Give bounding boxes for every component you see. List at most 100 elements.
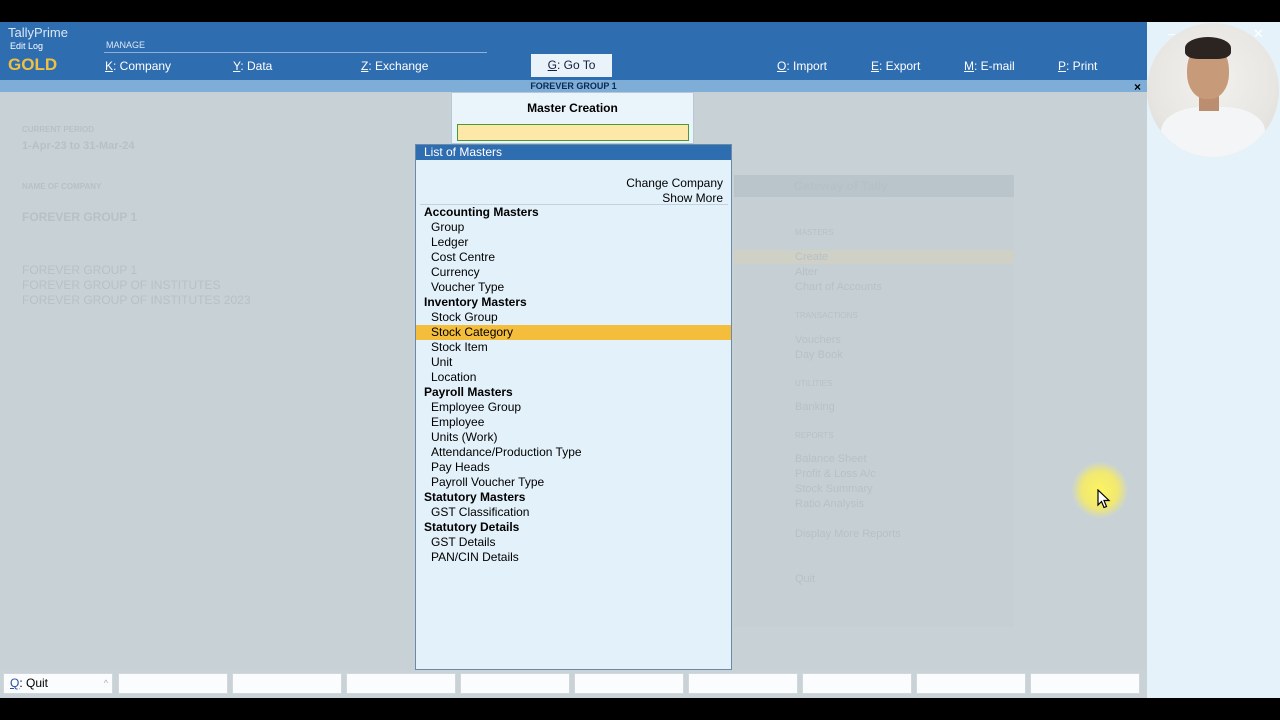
list-item-currency[interactable]: Currency	[416, 265, 731, 280]
caret-icon: ^	[103, 678, 108, 688]
product-name: TallyPrime	[8, 25, 68, 40]
list-item-group[interactable]: Group	[416, 220, 731, 235]
list-item-location[interactable]: Location	[416, 370, 731, 385]
menu-goto-button[interactable]: G: Go To	[531, 54, 612, 77]
list-item-units-work[interactable]: Units (Work)	[416, 430, 731, 445]
master-search-input[interactable]	[457, 124, 689, 141]
menu-data[interactable]: Y: Data	[233, 59, 272, 73]
list-item-pay-heads[interactable]: Pay Heads	[416, 460, 731, 475]
gateway-banking[interactable]: Banking	[795, 401, 835, 413]
menu-import-label: : Import	[786, 59, 828, 73]
list-section-heading-accounting-masters: Accounting Masters	[424, 205, 539, 219]
gateway-day-book[interactable]: Day Book	[795, 349, 843, 361]
menu-company[interactable]: K: Company	[105, 59, 171, 73]
gateway-vouchers[interactable]: Vouchers	[795, 334, 841, 346]
gateway-alter[interactable]: Alter	[795, 266, 818, 278]
quit-label: : Quit	[19, 676, 49, 690]
list-item-gst-classification[interactable]: GST Classification	[416, 505, 731, 520]
top-menu-bar: TallyPrime Edit Log GOLD MANAGE K: Compa…	[0, 22, 1147, 80]
menu-import[interactable]: O: Import	[777, 59, 827, 73]
gateway-create-highlight	[734, 250, 1014, 264]
menu-exchange[interactable]: Z: Exchange	[361, 59, 428, 73]
gateway-chart-of-accounts[interactable]: Chart of Accounts	[795, 281, 882, 293]
function-key-slot[interactable]	[1030, 673, 1140, 694]
function-key-slot[interactable]	[802, 673, 912, 694]
company-name-value: FOREVER GROUP 1	[22, 210, 138, 224]
gateway-reports-heading: REPORTS	[795, 431, 834, 440]
function-key-slot[interactable]	[916, 673, 1026, 694]
list-of-masters-title: List of Masters	[416, 145, 731, 160]
edit-log-link[interactable]: Edit Log	[10, 41, 43, 51]
gateway-header: Gateway of Tally	[734, 175, 1014, 197]
list-section-heading-statutory-masters: Statutory Masters	[424, 490, 526, 504]
change-company-button[interactable]: Change Company	[626, 176, 723, 190]
gateway-ratio-analysis[interactable]: Ratio Analysis	[795, 498, 864, 510]
function-key-slot[interactable]	[688, 673, 798, 694]
list-section-heading-payroll-masters: Payroll Masters	[424, 385, 513, 399]
company-list-item[interactable]: FOREVER GROUP OF INSTITUTES 2023	[22, 293, 251, 307]
gateway-profit-loss[interactable]: Profit & Loss A/c	[795, 468, 876, 480]
gateway-quit[interactable]: Quit	[795, 573, 815, 585]
gateway-masters-heading: MASTERS	[795, 228, 834, 237]
master-creation-title: Master Creation	[527, 101, 618, 115]
list-item-gst-details[interactable]: GST Details	[416, 535, 731, 550]
list-item-stock-item[interactable]: Stock Item	[416, 340, 731, 355]
list-item-stock-category[interactable]: Stock Category	[416, 325, 731, 340]
menu-email[interactable]: M: E-mail	[964, 59, 1015, 73]
presenter-hair	[1185, 37, 1231, 59]
manage-section-label: MANAGE	[106, 40, 146, 50]
manage-divider	[104, 52, 487, 53]
function-key-slot[interactable]	[346, 673, 456, 694]
current-period-value: 1-Apr-23 to 31-Mar-24	[22, 140, 135, 152]
gateway-display-more[interactable]: Display More Reports	[795, 528, 901, 540]
close-icon[interactable]: ×	[1134, 80, 1141, 94]
gateway-stock-summary[interactable]: Stock Summary	[795, 483, 873, 495]
menu-export-key: E	[871, 59, 880, 73]
company-list-item[interactable]: FOREVER GROUP 1	[22, 263, 137, 277]
gateway-create[interactable]: Create	[795, 251, 828, 263]
menu-print[interactable]: P: Print	[1058, 59, 1097, 73]
menu-import-key: O	[777, 59, 787, 73]
mouse-pointer-icon	[1097, 489, 1111, 509]
function-key-slot[interactable]	[232, 673, 342, 694]
quit-key: Q	[10, 676, 20, 690]
list-item-voucher-type[interactable]: Voucher Type	[416, 280, 731, 295]
list-item-stock-group[interactable]: Stock Group	[416, 310, 731, 325]
gateway-balance-sheet[interactable]: Balance Sheet	[795, 453, 867, 465]
gateway-utilities-heading: UTILITIES	[795, 379, 833, 388]
list-item-employee[interactable]: Employee	[416, 415, 731, 430]
menu-email-key: M	[964, 59, 974, 73]
bottom-button-bar: Q: Quit ^	[0, 670, 1147, 698]
menu-company-key: K	[105, 59, 114, 73]
list-item-cost-centre[interactable]: Cost Centre	[416, 250, 731, 265]
menu-email-label: : E-mail	[974, 59, 1015, 73]
gateway-title: Gateway of Tally	[794, 179, 888, 193]
menu-exchange-label: : Exchange	[368, 59, 429, 73]
company-list-item[interactable]: FOREVER GROUP OF INSTITUTES	[22, 278, 220, 292]
list-item-payroll-voucher-type[interactable]: Payroll Voucher Type	[416, 475, 731, 490]
webcam-overlay	[1147, 23, 1279, 157]
menu-company-label: : Company	[113, 59, 172, 73]
menu-goto-label: : Go To	[556, 58, 596, 72]
list-item-ledger[interactable]: Ledger	[416, 235, 731, 250]
quit-button[interactable]: Q: Quit ^	[3, 673, 113, 694]
gateway-transactions-heading: TRANSACTIONS	[795, 311, 858, 320]
menu-export[interactable]: E: Export	[871, 59, 920, 73]
list-item-unit[interactable]: Unit	[416, 355, 731, 370]
menu-goto-key: G	[547, 58, 557, 72]
edition-badge: GOLD	[8, 55, 58, 74]
list-section-heading-statutory-details: Statutory Details	[424, 520, 520, 534]
current-period-label: CURRENT PERIOD	[22, 125, 95, 134]
function-key-slot[interactable]	[460, 673, 570, 694]
show-more-button[interactable]: Show More	[662, 191, 723, 205]
list-section-heading-inventory-masters: Inventory Masters	[424, 295, 527, 309]
function-key-slot[interactable]	[118, 673, 228, 694]
menu-export-label: : Export	[879, 59, 921, 73]
company-name-label: NAME OF COMPANY	[22, 182, 102, 191]
menu-data-label: : Data	[240, 59, 273, 73]
list-item-employee-group[interactable]: Employee Group	[416, 400, 731, 415]
function-key-slot[interactable]	[574, 673, 684, 694]
list-of-masters-panel: List of Masters Change Company Show More…	[415, 144, 732, 670]
list-item-pan-cin-details[interactable]: PAN/CIN Details	[416, 550, 731, 565]
list-item-attendance-production-type[interactable]: Attendance/Production Type	[416, 445, 731, 460]
